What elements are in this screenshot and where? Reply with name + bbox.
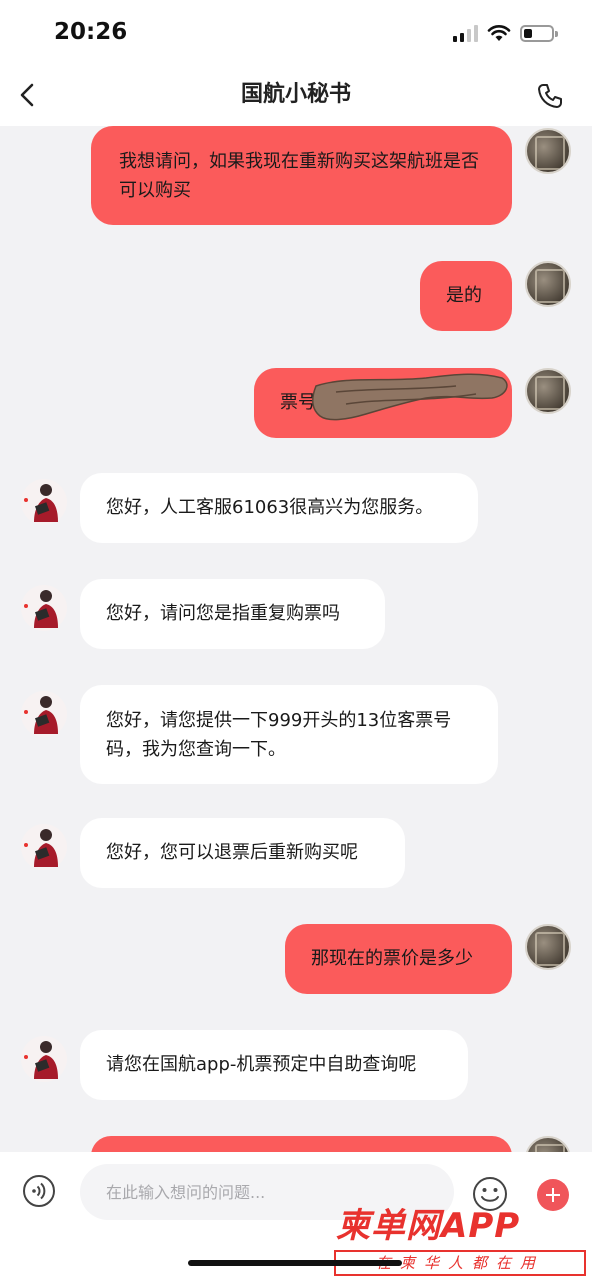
user-avatar[interactable] <box>525 924 571 970</box>
user-avatar[interactable] <box>525 261 571 307</box>
status-icons <box>453 24 558 42</box>
nav-bar: 国航小秘书 <box>0 66 592 126</box>
agent-message-bubble: 您好，请问您是指重复购票吗 <box>80 579 385 649</box>
chat-area[interactable]: 我想请问，如果我现在重新购买这架航班是否可以购买 是的 票号： 您好，人工客服6… <box>0 126 592 1152</box>
add-attachment-button[interactable] <box>537 1179 569 1211</box>
message-text: 是的 <box>446 285 482 306</box>
message-text: 我想请问，如果我现在重新购买这架航班是否可以购买 <box>119 151 479 201</box>
status-bar: 20:26 <box>0 0 592 66</box>
user-message-bubble: 是的 <box>420 261 512 331</box>
message-text: 您好，请您提供一下999开头的13位客票号码，我为您查询一下。 <box>106 710 452 760</box>
wifi-icon <box>487 25 511 41</box>
user-avatar[interactable] <box>525 1136 571 1152</box>
user-avatar[interactable] <box>525 128 571 174</box>
message-text: 请您在国航app-机票预定中自助查询呢 <box>106 1054 417 1075</box>
phone-call-icon[interactable] <box>536 82 564 110</box>
redaction-scribble <box>312 373 508 421</box>
cellular-signal-icon <box>453 24 478 42</box>
message-text: 那现在的票价是多少 <box>311 948 473 969</box>
status-time: 20:26 <box>54 19 128 45</box>
battery-icon <box>520 24 558 42</box>
voice-input-icon[interactable] <box>22 1174 56 1208</box>
user-message-bubble-partial <box>91 1136 512 1152</box>
page-title: 国航小秘书 <box>240 82 351 107</box>
agent-message-bubble: 请您在国航app-机票预定中自助查询呢 <box>80 1030 468 1100</box>
user-message-bubble: 那现在的票价是多少 <box>285 924 512 994</box>
agent-avatar-icon[interactable] <box>20 478 68 526</box>
message-text: 您好，人工客服61063很高兴为您服务。 <box>106 497 434 518</box>
watermark-logo: 柬单网APP <box>336 1206 521 1246</box>
agent-avatar-icon[interactable] <box>20 584 68 632</box>
home-indicator[interactable] <box>188 1260 402 1266</box>
user-message-bubble: 我想请问，如果我现在重新购买这架航班是否可以购买 <box>91 126 512 225</box>
agent-message-bubble: 您好，请您提供一下999开头的13位客票号码，我为您查询一下。 <box>80 685 498 784</box>
user-avatar[interactable] <box>525 368 571 414</box>
agent-avatar-icon[interactable] <box>20 690 68 738</box>
message-text: 您好，您可以退票后重新购买呢 <box>106 842 358 863</box>
agent-message-bubble: 您好，您可以退票后重新购买呢 <box>80 818 405 888</box>
agent-message-bubble: 您好，人工客服61063很高兴为您服务。 <box>80 473 478 543</box>
agent-avatar-icon[interactable] <box>20 823 68 871</box>
agent-avatar-icon[interactable] <box>20 1035 68 1083</box>
message-text: 您好，请问您是指重复购票吗 <box>106 603 340 624</box>
